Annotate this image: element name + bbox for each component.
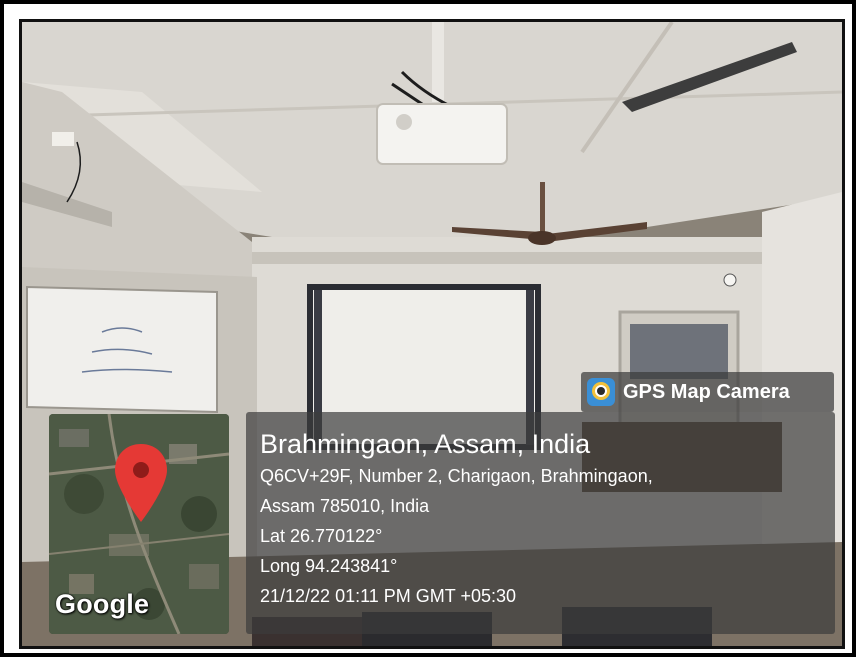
longitude: Long 94.243841° [260, 556, 398, 576]
gps-map-camera-badge: GPS Map Camera [581, 372, 834, 412]
photo-frame: GPS Map Camera Google Brahmingaon, Assam… [0, 0, 856, 657]
place-title: Brahmingaon, Assam, India [260, 429, 591, 459]
address-line-1: Q6CV+29F, Number 2, Charigaon, Brahminga… [260, 466, 653, 486]
map-thumbnail: Google [49, 414, 229, 634]
address-line-2: Assam 785010, India [260, 496, 430, 516]
google-attribution: Google [55, 589, 150, 619]
location-info-panel: Brahmingaon, Assam, India Q6CV+29F, Numb… [246, 412, 835, 634]
latitude: Lat 26.770122° [260, 526, 383, 546]
timestamp: 21/12/22 01:11 PM GMT +05:30 [260, 586, 516, 606]
gps-map-camera-icon [587, 378, 615, 406]
classroom-photo: GPS Map Camera Google Brahmingaon, Assam… [22, 22, 842, 646]
app-label: GPS Map Camera [623, 380, 790, 403]
